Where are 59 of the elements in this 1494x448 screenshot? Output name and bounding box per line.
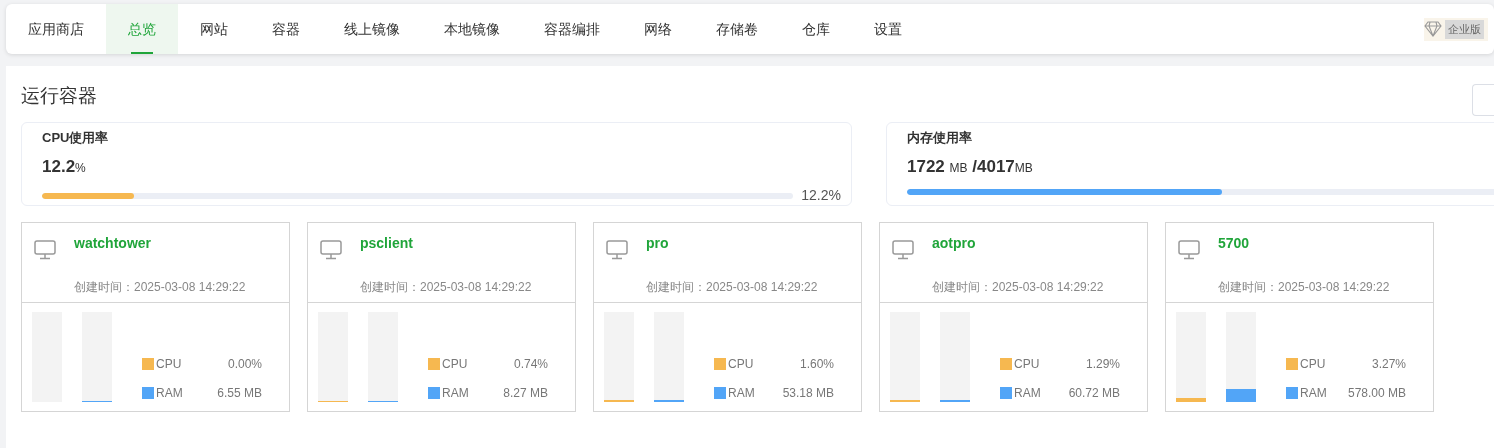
nav-tab[interactable]: 容器: [250, 4, 322, 54]
legend-swatch: [428, 386, 440, 399]
legend-value: 3.27%: [1370, 355, 1406, 373]
legend-label: CPU: [1300, 355, 1327, 373]
nav-tab[interactable]: 应用商店: [6, 4, 106, 54]
legend-swatch: [142, 357, 154, 370]
legend-label: RAM: [442, 384, 470, 402]
legend-label: CPU: [156, 355, 183, 373]
nav-tab[interactable]: 存储卷: [694, 4, 780, 54]
legend-value: 0.74%: [512, 355, 548, 373]
legend-label: CPU: [728, 355, 755, 373]
usage-title: 内存使用率: [907, 128, 973, 147]
nav-tab[interactable]: 网络: [622, 4, 694, 54]
usage-value: 12.2%: [42, 157, 87, 178]
legend-value: 1.29%: [1084, 355, 1120, 373]
legend-swatch: [428, 357, 440, 370]
created-time: 创建时间：2025-03-08 14:29:22: [74, 278, 246, 296]
usage-title: CPU使用率: [42, 128, 110, 147]
nav-tab[interactable]: 本地镜像: [422, 4, 522, 54]
monitor-icon: [606, 239, 628, 260]
section-title: 运行容器: [21, 86, 97, 105]
edition-badge[interactable]: 企业版: [1424, 18, 1488, 41]
cut-off-button[interactable]: [1472, 84, 1494, 116]
legend-swatch: [714, 357, 726, 370]
legend-value: 0.00%: [226, 355, 262, 373]
legend-swatch: [1286, 386, 1298, 399]
created-time: 创建时间：2025-03-08 14:29:22: [932, 278, 1104, 296]
legend-label: RAM: [728, 384, 756, 402]
monitor-icon: [34, 239, 56, 260]
nav-tab[interactable]: 设置: [852, 4, 924, 54]
legend-value: 6.55 MB: [216, 384, 262, 402]
legend-value: 578.00 MB: [1346, 384, 1406, 402]
legend-value: 1.60%: [798, 355, 834, 373]
nav-tab[interactable]: 网站: [178, 4, 250, 54]
legend-label: CPU: [1014, 355, 1041, 373]
nav-tab[interactable]: 容器编排: [522, 4, 622, 54]
legend-label: RAM: [1014, 384, 1042, 402]
legend-value: 8.27 MB: [502, 384, 548, 402]
created-time: 创建时间：2025-03-08 14:29:22: [1218, 278, 1390, 296]
legend-swatch: [1000, 386, 1012, 399]
legend-label: RAM: [156, 384, 184, 402]
legend-swatch: [1000, 357, 1012, 370]
diamond-icon: [1424, 21, 1442, 38]
usage-value: 1722 MB /4017MB: [907, 157, 1034, 178]
legend-swatch: [714, 386, 726, 399]
legend-label: CPU: [442, 355, 469, 373]
monitor-icon: [1178, 239, 1200, 260]
legend-swatch: [1286, 357, 1298, 370]
legend-swatch: [142, 386, 154, 399]
legend-value: 60.72 MB: [1067, 384, 1120, 402]
monitor-icon: [892, 239, 914, 260]
created-time: 创建时间：2025-03-08 14:29:22: [646, 278, 818, 296]
legend-label: RAM: [1300, 384, 1328, 402]
legend-value: 53.18 MB: [781, 384, 834, 402]
nav-tab[interactable]: 仓库: [780, 4, 852, 54]
progress-reading: 12.2%: [801, 186, 841, 206]
created-time: 创建时间：2025-03-08 14:29:22: [360, 278, 532, 296]
monitor-icon: [320, 239, 342, 260]
nav-tab[interactable]: 线上镜像: [322, 4, 422, 54]
